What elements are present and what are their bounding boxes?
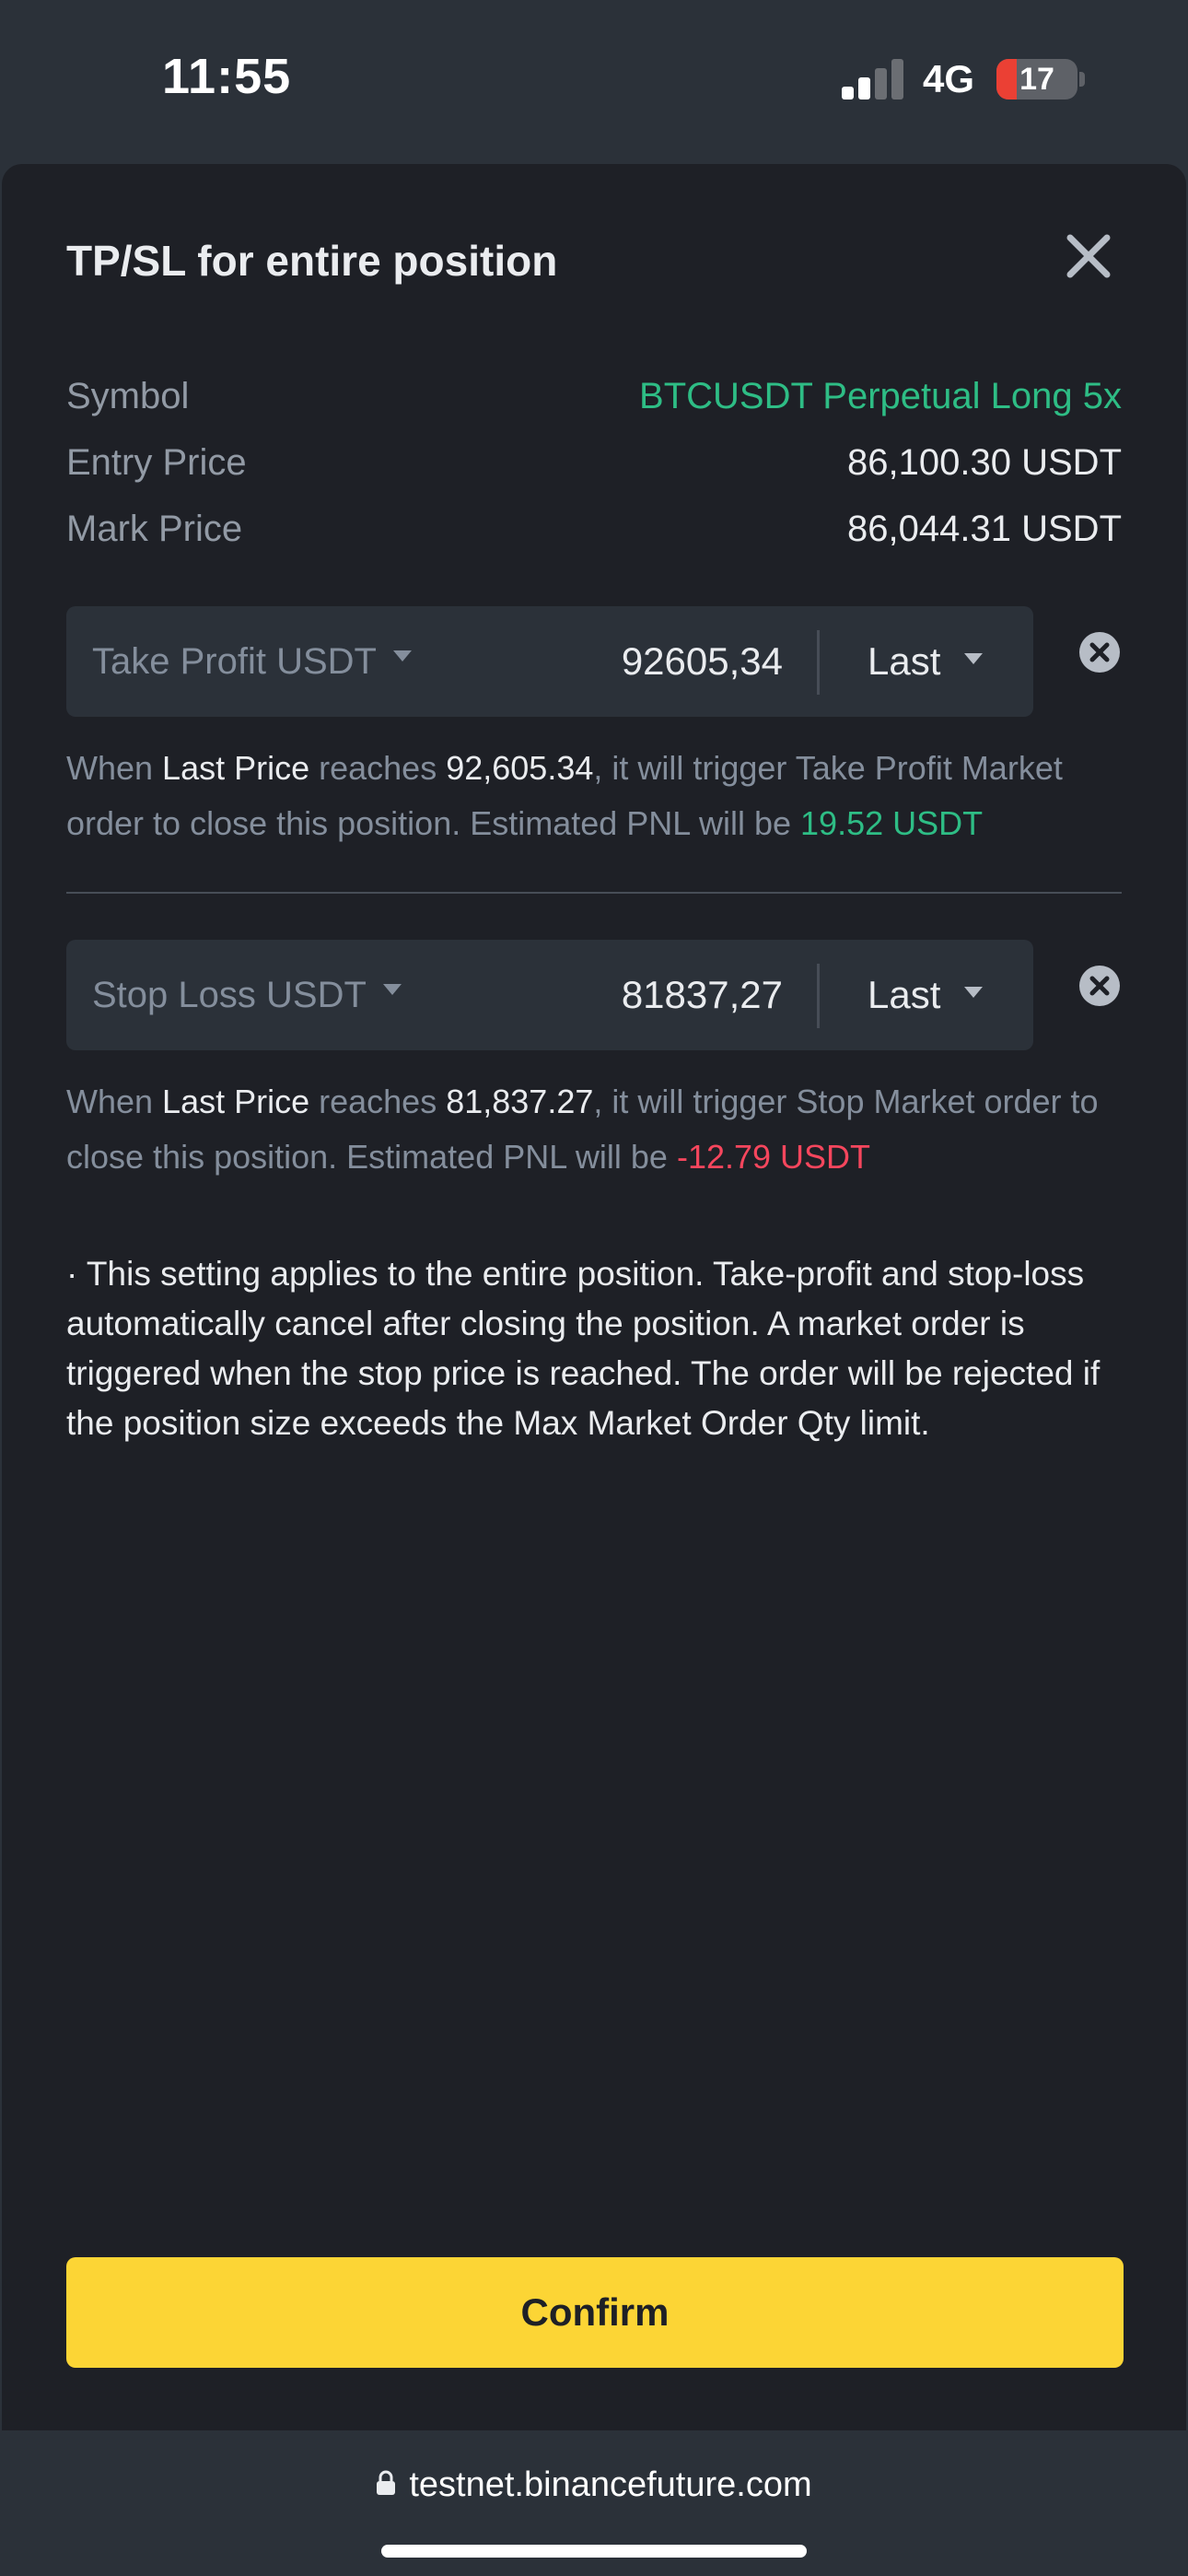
- estimated-pnl: -12.79 USDT: [676, 1138, 871, 1176]
- entry-price-label: Entry Price: [66, 442, 247, 483]
- tpsl-sheet: TP/SL for entire position Symbol BTCUSDT…: [2, 164, 1186, 2430]
- stop-loss-unit-dropdown[interactable]: Stop Loss USDT: [92, 940, 402, 1050]
- desc-price-type: Last Price: [162, 1083, 310, 1120]
- confirm-button[interactable]: Confirm: [66, 2257, 1124, 2368]
- desc-trigger-price: 92,605.34: [446, 749, 594, 787]
- take-profit-description: When Last Price reaches 92,605.34, it wi…: [66, 741, 1125, 851]
- signal-bar: [875, 68, 887, 100]
- battery-level: 17: [1019, 62, 1054, 97]
- input-divider: [817, 964, 820, 1028]
- stop-loss-description: When Last Price reaches 81,837.27, it wi…: [66, 1074, 1125, 1185]
- clear-circle-icon: [1079, 632, 1120, 673]
- caret-down-icon: [382, 984, 402, 996]
- url-text: testnet.binancefuture.com: [409, 2465, 812, 2504]
- desc-text: reaches: [309, 1083, 447, 1120]
- take-profit-input-group: Take Profit USDT 92605,34 Last: [66, 606, 1033, 717]
- stop-loss-trigger-type: Last: [868, 973, 941, 1016]
- desc-text: When: [66, 1083, 163, 1120]
- caret-down-icon: [964, 652, 984, 664]
- take-profit-trigger-type-dropdown[interactable]: Last: [868, 606, 984, 717]
- battery-icon: 17: [996, 59, 1077, 100]
- caret-down-icon: [964, 986, 984, 998]
- symbol-value: BTCUSDT Perpetual Long 5x: [639, 376, 1122, 416]
- mark-price-value: 86,044.31 USDT: [847, 509, 1122, 549]
- entry-price-row: Entry Price 86,100.30 USDT: [66, 442, 1122, 498]
- take-profit-price-input[interactable]: 92605,34: [622, 606, 783, 717]
- signal-bar: [858, 77, 870, 100]
- stop-loss-price-input[interactable]: 81837,27: [622, 940, 783, 1050]
- status-time: 11:55: [162, 49, 292, 104]
- desc-trigger-price: 81,837.27: [446, 1083, 594, 1120]
- desc-price-type: Last Price: [162, 749, 310, 787]
- signal-bar: [891, 59, 903, 100]
- entry-price-value: 86,100.30 USDT: [847, 442, 1122, 483]
- clear-stop-loss-button[interactable]: [1077, 964, 1122, 1008]
- stop-loss-input-group: Stop Loss USDT 81837,27 Last: [66, 940, 1033, 1050]
- caret-down-icon: [392, 650, 412, 662]
- status-bar: 11:55 4G 17: [0, 0, 1188, 164]
- signal-bar: [842, 87, 854, 100]
- stop-loss-label: Stop Loss USDT: [92, 975, 367, 1015]
- sheet-title: TP/SL for entire position: [66, 237, 558, 285]
- cellular-signal-icon: [842, 59, 906, 100]
- clear-circle-icon: [1079, 966, 1120, 1006]
- take-profit-trigger-type: Last: [868, 639, 941, 683]
- browser-address-bar: testnet.binancefuture.com: [0, 2430, 1188, 2576]
- home-indicator[interactable]: [381, 2545, 807, 2558]
- url-display[interactable]: testnet.binancefuture.com: [0, 2465, 1188, 2505]
- clear-take-profit-button[interactable]: [1077, 630, 1122, 674]
- mark-price-label: Mark Price: [66, 509, 243, 549]
- close-button[interactable]: [1061, 228, 1116, 284]
- symbol-row: Symbol BTCUSDT Perpetual Long 5x: [66, 376, 1122, 431]
- symbol-label: Symbol: [66, 376, 190, 416]
- mark-price-row: Mark Price 86,044.31 USDT: [66, 509, 1122, 564]
- take-profit-label: Take Profit USDT: [92, 641, 377, 682]
- take-profit-unit-dropdown[interactable]: Take Profit USDT: [92, 606, 412, 717]
- desc-text: reaches: [309, 749, 447, 787]
- estimated-pnl: 19.52 USDT: [800, 804, 984, 842]
- desc-text: When: [66, 749, 163, 787]
- stop-loss-trigger-type-dropdown[interactable]: Last: [868, 940, 984, 1050]
- input-divider: [817, 630, 820, 695]
- close-icon: [1066, 234, 1111, 278]
- section-divider: [66, 892, 1122, 894]
- position-note: · This setting applies to the entire pos…: [66, 1255, 1101, 1442]
- battery-tip: [1079, 72, 1085, 87]
- network-type: 4G: [923, 57, 975, 100]
- lock-icon: [377, 2470, 396, 2495]
